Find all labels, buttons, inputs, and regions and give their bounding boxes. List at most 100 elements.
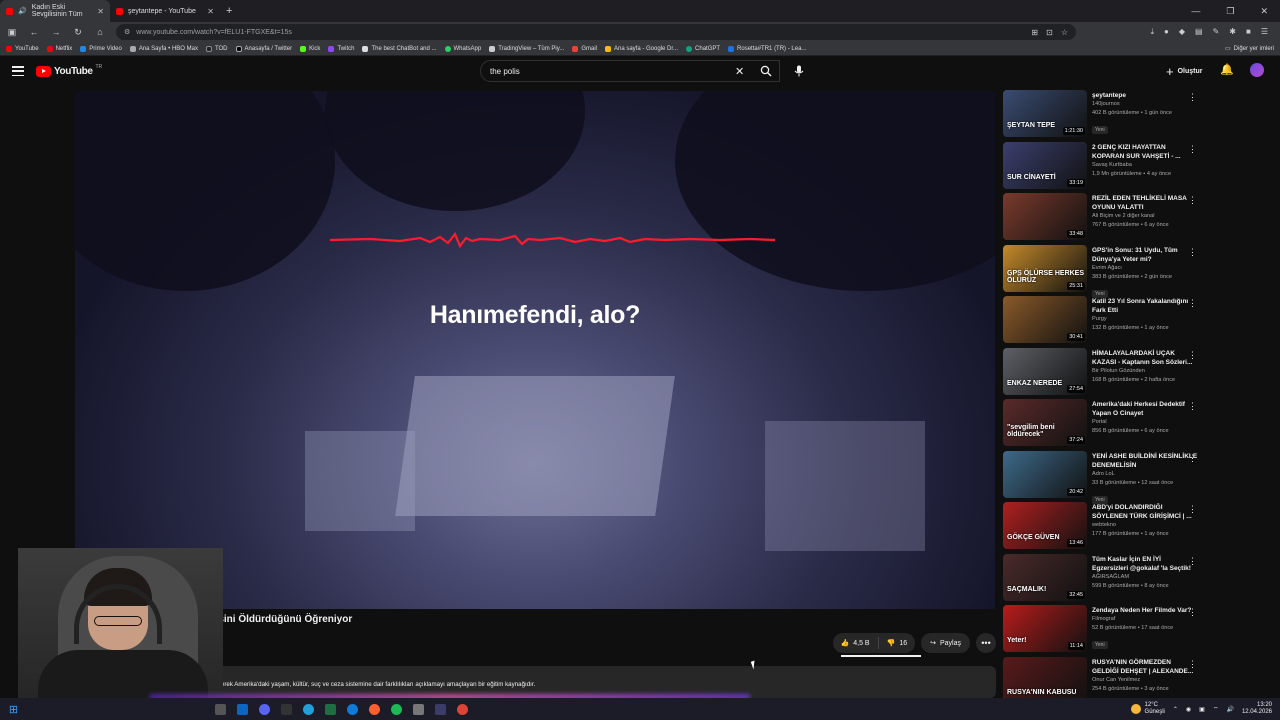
- bookmark-item[interactable]: TOD: [205, 45, 228, 52]
- recommended-video[interactable]: SUR CİNAYETİ 33:19 2 GENÇ KIZI HAYATTAN …: [1003, 141, 1213, 194]
- more-vertical-icon[interactable]: ⋮: [1188, 144, 1197, 155]
- tray-app-icon[interactable]: ◉: [1186, 706, 1191, 713]
- recommended-video[interactable]: GPS ÖLÜRSE HERKES ÖLÜRÜZ 25:31 GPS'in So…: [1003, 244, 1213, 298]
- reload-icon[interactable]: ↻: [72, 27, 84, 38]
- tray-chevron-icon[interactable]: ⌃: [1173, 706, 1178, 713]
- video-title[interactable]: HİMALAYALARDAKİ UÇAK KAZASI - Kaptanın S…: [1092, 349, 1198, 367]
- bookmark-item[interactable]: ChatGPT: [686, 45, 720, 52]
- discord-icon[interactable]: [259, 703, 270, 715]
- video-title[interactable]: GPS'in Sonu: 31 Uydu, Tüm Dünya'ya Yeter…: [1092, 246, 1198, 264]
- video-title[interactable]: 2 GENÇ KIZI HAYATTAN KOPARAN SUR VAHŞETİ…: [1092, 143, 1198, 161]
- like-button[interactable]: 👍 4,5 B: [833, 633, 878, 653]
- channel-name[interactable]: Onur Can Yenilmez: [1092, 676, 1198, 685]
- recommended-video[interactable]: SAÇMALIK! 32:45 Tüm Kaslar İçin EN İYİ E…: [1003, 553, 1213, 606]
- extensions-puzzle-icon[interactable]: ✱: [1229, 27, 1236, 37]
- mail-icon[interactable]: [237, 703, 248, 715]
- recommended-video[interactable]: ŞEYTAN TEPE 1:21:30 şeytantepe 140journo…: [1003, 90, 1213, 142]
- extension-icon[interactable]: ✎: [1213, 27, 1220, 37]
- video-title[interactable]: Amerika'daki Herkesi Dedektif Yapan O Ci…: [1092, 400, 1198, 418]
- recommended-video[interactable]: GÖKÇE GÜVEN 13:46 ABD'yi DOLANDIRDIĞI SÖ…: [1003, 502, 1213, 554]
- extension-icon[interactable]: ●: [1164, 27, 1169, 37]
- channel-name[interactable]: Ali Biçim ve 2 diğer kanal: [1092, 212, 1198, 221]
- more-vertical-icon[interactable]: ⋮: [1188, 195, 1197, 206]
- more-vertical-icon[interactable]: ⋮: [1188, 401, 1197, 412]
- video-thumbnail[interactable]: SAÇMALIK! 32:45: [1003, 553, 1087, 601]
- channel-name[interactable]: 140journos: [1092, 100, 1198, 109]
- more-vertical-icon[interactable]: ⋮: [1188, 350, 1197, 361]
- tray-app-icon[interactable]: ▣: [1199, 706, 1205, 713]
- close-tab-icon[interactable]: ✕: [207, 7, 214, 16]
- dislike-button[interactable]: 👎 16: [879, 633, 916, 653]
- video-thumbnail[interactable]: ŞEYTAN TEPE 1:21:30: [1003, 90, 1087, 137]
- video-thumbnail[interactable]: ENKAZ NEREDE 27:54: [1003, 347, 1087, 395]
- video-title[interactable]: REZİL EDEN TEHLİKELİ MASA OYUNU YALATTI: [1092, 194, 1198, 212]
- recommended-video[interactable]: 20:42 YENİ ASHE BUİLDİNİ KESİNLİKLE DENE…: [1003, 450, 1213, 504]
- windows-start-icon[interactable]: ⊞: [8, 704, 19, 716]
- video-thumbnail[interactable]: GPS ÖLÜRSE HERKES ÖLÜRÜZ 25:31: [1003, 244, 1087, 292]
- video-thumbnail[interactable]: "sevgilim beni öldürecek" 37:24: [1003, 399, 1087, 446]
- create-button[interactable]: + Oluştur: [1166, 62, 1202, 80]
- telegram-icon[interactable]: [303, 703, 314, 715]
- browser-menu-icon[interactable]: ☰: [1261, 27, 1268, 37]
- download-icon[interactable]: ⤓: [1150, 27, 1154, 37]
- back-icon[interactable]: ←: [28, 27, 40, 37]
- video-thumbnail[interactable]: RUSYA'NIN KABUSU: [1003, 656, 1087, 704]
- taskbar-app-icon[interactable]: [281, 703, 292, 715]
- channel-name[interactable]: Filmograf: [1092, 615, 1198, 624]
- extension-icon[interactable]: ▤: [1195, 27, 1203, 37]
- video-title[interactable]: Tüm Kaslar İçin EN İYİ Egzersizleri @gok…: [1092, 555, 1198, 573]
- taskbar-app-icon[interactable]: [435, 703, 446, 715]
- recommended-video[interactable]: 30:41 Katil 23 Yıl Sonra Yakalandığını F…: [1003, 296, 1213, 348]
- more-vertical-icon[interactable]: ⋮: [1188, 607, 1197, 618]
- more-vertical-icon[interactable]: ⋮: [1188, 556, 1197, 567]
- voice-search-button[interactable]: [788, 60, 810, 82]
- taskbar-app-icon[interactable]: [215, 703, 226, 715]
- chrome-icon[interactable]: [457, 703, 468, 715]
- video-thumbnail[interactable]: GÖKÇE GÜVEN 13:46: [1003, 502, 1087, 549]
- home-icon[interactable]: ⌂: [94, 27, 106, 37]
- bookmark-item[interactable]: Ana Sayfa • HBO Max: [129, 45, 198, 52]
- browser-tab-active[interactable]: 🔊 Kadın Eski Sevgilisinin Tüm ✕: [0, 0, 110, 22]
- forward-icon[interactable]: →: [50, 27, 62, 37]
- youtube-logo[interactable]: YouTube TR: [36, 64, 102, 77]
- more-vertical-icon[interactable]: ⋮: [1188, 659, 1197, 670]
- more-vertical-icon[interactable]: ⋮: [1188, 247, 1197, 258]
- bookmark-item[interactable]: Twitch: [328, 45, 354, 52]
- video-thumbnail[interactable]: 33:48: [1003, 193, 1087, 240]
- more-vertical-icon[interactable]: ⋮: [1188, 504, 1197, 515]
- channel-name[interactable]: Savaş Kurtbaba: [1092, 161, 1198, 170]
- excel-icon[interactable]: [325, 703, 336, 715]
- profile-icon[interactable]: ■: [1246, 27, 1251, 37]
- video-title[interactable]: Zendaya Neden Her Filmde Var?: [1092, 606, 1198, 615]
- bookmark-item[interactable]: Netflix: [46, 45, 72, 52]
- volume-icon[interactable]: 🔊: [1226, 706, 1233, 713]
- more-vertical-icon[interactable]: ⋮: [1188, 453, 1197, 464]
- bookmark-item[interactable]: Gmail: [572, 45, 597, 52]
- video-player[interactable]: Hanımefendi, alo?: [75, 91, 995, 609]
- new-tab-button[interactable]: +: [220, 5, 238, 17]
- video-title[interactable]: YENİ ASHE BUİLDİNİ KESİNLİKLE DENEMELİSİ…: [1092, 452, 1198, 470]
- bookmark-item[interactable]: WhatsApp: [444, 45, 481, 52]
- video-title[interactable]: RUSYA'NIN GÖRMEZDEN GELDİĞİ DEHŞET | ALE…: [1092, 658, 1198, 676]
- channel-name[interactable]: AĞIRSAĞLAM: [1092, 573, 1198, 582]
- avatar[interactable]: [1250, 63, 1264, 77]
- channel-name[interactable]: Bir Pilotun Gözünden: [1092, 367, 1198, 376]
- video-thumbnail[interactable]: SUR CİNAYETİ 33:19: [1003, 141, 1087, 189]
- recommended-video[interactable]: Yeter! 11:14 Zendaya Neden Her Filmde Va…: [1003, 605, 1213, 657]
- close-window-icon[interactable]: ✕: [1260, 6, 1268, 17]
- video-title[interactable]: ABD'yi DOLANDIRDIĞI SÖYLENEN TÜRK GİRİŞİ…: [1092, 503, 1198, 521]
- bookmark-item[interactable]: Prime Video: [80, 45, 122, 52]
- bookmark-item[interactable]: Kick: [300, 45, 320, 52]
- channel-name[interactable]: Evrim Ağacı: [1092, 264, 1198, 273]
- bookmark-item[interactable]: The best ChatBot and ...: [362, 45, 437, 52]
- video-title[interactable]: Katil 23 Yıl Sonra Yakalandığını Fark Et…: [1092, 297, 1198, 315]
- notifications-bell-icon[interactable]: 🔔: [1220, 63, 1234, 76]
- share-page-icon[interactable]: ⊡: [1046, 28, 1053, 37]
- bookmark-item[interactable]: Rosetta#TR1 (TR) - Lea...: [728, 45, 806, 52]
- video-thumbnail[interactable]: Yeter! 11:14: [1003, 605, 1087, 652]
- bookmark-star-icon[interactable]: ☆: [1061, 28, 1068, 37]
- recommended-video[interactable]: ENKAZ NEREDE 27:54 HİMALAYALARDAKİ UÇAK …: [1003, 347, 1213, 400]
- share-button[interactable]: ↪ Paylaş: [921, 633, 970, 653]
- hamburger-menu-icon[interactable]: [12, 66, 24, 76]
- channel-name[interactable]: Purgy: [1092, 315, 1198, 324]
